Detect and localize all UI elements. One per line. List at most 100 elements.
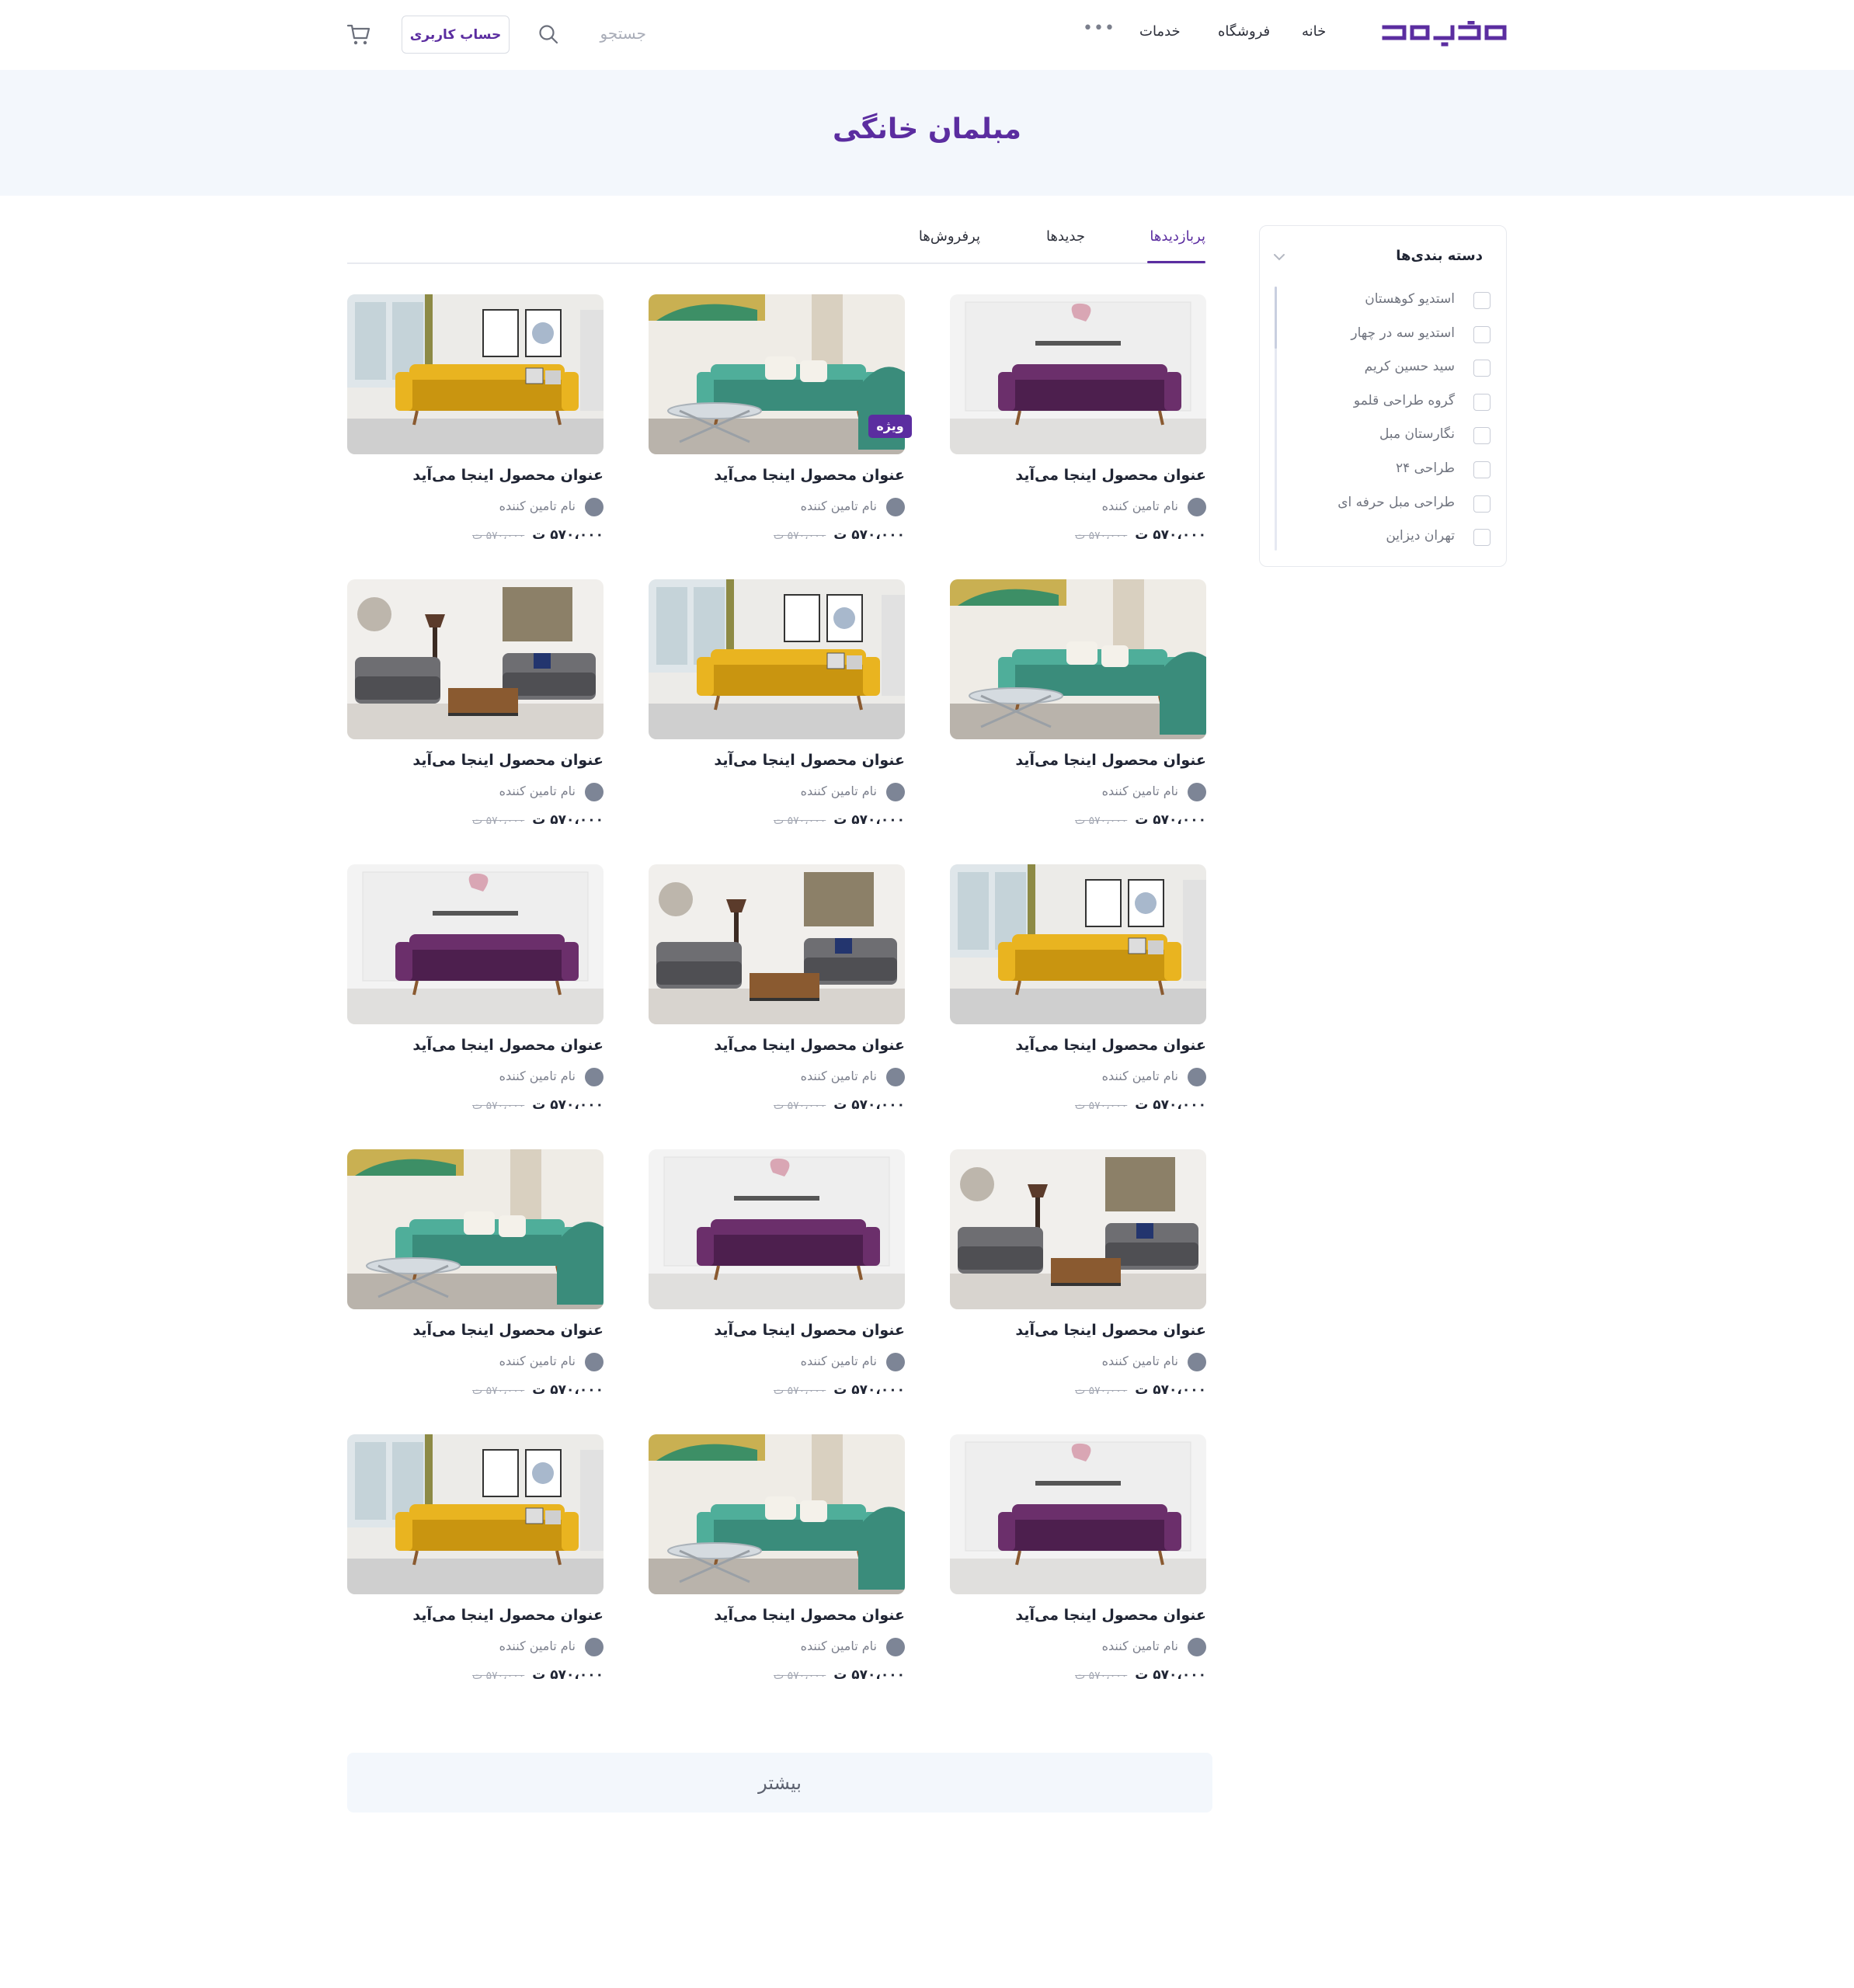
avatar: [886, 498, 905, 516]
product-title[interactable]: عنوان محصول اینجا می‌آید: [1015, 752, 1206, 769]
more-menu-icon[interactable]: •••: [1083, 19, 1115, 38]
product-image[interactable]: [950, 579, 1206, 739]
product-card[interactable]: عنوان محصول اینجا می‌آید نام تامین کننده ۵…: [950, 294, 1206, 551]
product-card[interactable]: عنوان محصول اینجا می‌آید نام تامین کننده ۵…: [950, 1149, 1206, 1406]
tab-most-viewed[interactable]: پربازدیدها: [1150, 228, 1205, 245]
category-checkbox[interactable]: [1473, 461, 1491, 478]
product-image[interactable]: [649, 294, 905, 454]
product-image[interactable]: [347, 864, 604, 1024]
supplier-name: نام تامین کننده: [800, 1354, 877, 1368]
product-title[interactable]: عنوان محصول اینجا می‌آید: [412, 752, 604, 769]
product-title[interactable]: عنوان محصول اینجا می‌آید: [714, 752, 905, 769]
product-title[interactable]: عنوان محصول اینجا می‌آید: [714, 1037, 905, 1054]
product-title[interactable]: عنوان محصول اینجا می‌آید: [412, 1607, 604, 1624]
tab-newest[interactable]: جدیدها: [1046, 228, 1085, 245]
product-card[interactable]: ویژه عنوان محصول اینجا می‌آید نام تامین کن…: [649, 294, 912, 551]
product-image[interactable]: [649, 1434, 905, 1594]
price-row: ۵۷۰،۰۰۰ ت ۵۷۰،۰۰۰ ت: [1075, 1097, 1206, 1113]
category-item[interactable]: استدیو سه در چهار: [1281, 322, 1491, 346]
product-card[interactable]: عنوان محصول اینجا می‌آید نام تامین کننده ۵…: [950, 864, 1206, 1121]
avatar: [585, 1353, 604, 1371]
product-price: ۵۷۰،۰۰۰ ت: [532, 1097, 604, 1113]
product-card[interactable]: عنوان محصول اینجا می‌آید نام تامین کننده ۵…: [347, 1434, 604, 1691]
product-image[interactable]: [649, 579, 905, 739]
product-image[interactable]: [950, 864, 1206, 1024]
product-card[interactable]: عنوان محصول اینجا می‌آید نام تامین کننده ۵…: [649, 1434, 905, 1691]
price-row: ۵۷۰،۰۰۰ ت ۵۷۰،۰۰۰ ت: [472, 812, 604, 828]
category-label: سید حسین کریم: [1364, 359, 1455, 375]
product-card[interactable]: عنوان محصول اینجا می‌آید نام تامین کننده ۵…: [649, 1149, 905, 1406]
product-title[interactable]: عنوان محصول اینجا می‌آید: [412, 467, 604, 484]
product-title[interactable]: عنوان محصول اینجا می‌آید: [412, 1037, 604, 1054]
product-title[interactable]: عنوان محصول اینجا می‌آید: [1015, 1037, 1206, 1054]
category-checkbox[interactable]: [1473, 427, 1491, 445]
product-card[interactable]: عنوان محصول اینجا می‌آید نام تامین کننده ۵…: [347, 579, 604, 836]
product-title[interactable]: عنوان محصول اینجا می‌آید: [1015, 1607, 1206, 1624]
product-title[interactable]: عنوان محصول اینجا می‌آید: [714, 467, 905, 484]
purple-sofa-image: [950, 1434, 1206, 1594]
category-item[interactable]: استدیو کوهستان: [1281, 288, 1491, 311]
category-item[interactable]: طراحی مبل حرفه ای: [1281, 492, 1491, 515]
chevron-down-icon[interactable]: [1272, 252, 1286, 262]
category-checkbox[interactable]: [1473, 495, 1491, 513]
price-row: ۵۷۰،۰۰۰ ت ۵۷۰،۰۰۰ ت: [1075, 1667, 1206, 1683]
nav-shop[interactable]: فروشگاه: [1218, 23, 1270, 40]
product-card[interactable]: عنوان محصول اینجا می‌آید نام تامین کننده ۵…: [649, 864, 905, 1121]
product-image[interactable]: [649, 1149, 905, 1309]
category-checkbox[interactable]: [1473, 529, 1491, 547]
product-title[interactable]: عنوان محصول اینجا می‌آید: [1015, 1322, 1206, 1339]
category-checkbox[interactable]: [1473, 393, 1491, 411]
category-item[interactable]: تهران دیزاین: [1281, 525, 1491, 548]
search-box[interactable]: جستجو: [537, 17, 646, 51]
cart-icon[interactable]: [346, 22, 371, 47]
category-checkbox[interactable]: [1473, 325, 1491, 343]
purple-sofa-image: [950, 294, 1206, 454]
avatar: [886, 783, 905, 801]
product-card[interactable]: عنوان محصول اینجا می‌آید نام تامین کننده ۵…: [347, 864, 604, 1121]
product-old-price: ۵۷۰،۰۰۰ ت: [471, 815, 525, 827]
price-row: ۵۷۰،۰۰۰ ت ۵۷۰،۰۰۰ ت: [472, 1097, 604, 1113]
category-checkbox[interactable]: [1473, 292, 1491, 309]
product-title[interactable]: عنوان محصول اینجا می‌آید: [1015, 467, 1206, 484]
product-image[interactable]: [649, 864, 905, 1024]
product-card[interactable]: عنوان محصول اینجا می‌آید نام تامین کننده ۵…: [649, 579, 905, 836]
category-checkbox[interactable]: [1473, 360, 1491, 377]
nav-services[interactable]: خدمات: [1139, 23, 1181, 40]
product-image[interactable]: [347, 294, 604, 454]
product-image[interactable]: [950, 1434, 1206, 1594]
product-price: ۵۷۰،۰۰۰ ت: [1135, 527, 1206, 543]
product-image[interactable]: [950, 1149, 1206, 1309]
product-title[interactable]: عنوان محصول اینجا می‌آید: [714, 1607, 905, 1624]
product-image[interactable]: [950, 294, 1206, 454]
category-item[interactable]: سید حسین کریم: [1281, 356, 1491, 379]
product-card[interactable]: عنوان محصول اینجا می‌آید نام تامین کننده ۵…: [950, 1434, 1206, 1691]
category-label: استدیو کوهستان: [1365, 291, 1455, 307]
category-item[interactable]: طراحی ۲۴: [1281, 457, 1491, 481]
product-image[interactable]: [347, 1149, 604, 1309]
product-card[interactable]: عنوان محصول اینجا می‌آید نام تامین کننده ۵…: [347, 294, 604, 551]
product-title[interactable]: عنوان محصول اینجا می‌آید: [714, 1322, 905, 1339]
logo-icon[interactable]: [1381, 21, 1508, 47]
product-image[interactable]: [347, 579, 604, 739]
avatar: [1188, 783, 1206, 801]
category-item[interactable]: نگارستان مبل: [1281, 423, 1491, 447]
account-button[interactable]: حساب کاربری: [402, 16, 510, 54]
product-price: ۵۷۰،۰۰۰ ت: [1135, 1097, 1206, 1113]
search-icon[interactable]: [537, 23, 559, 45]
nav-home[interactable]: خانه: [1302, 23, 1326, 40]
product-card[interactable]: عنوان محصول اینجا می‌آید نام تامین کننده ۵…: [950, 579, 1206, 836]
product-title[interactable]: عنوان محصول اینجا می‌آید: [412, 1322, 604, 1339]
scrollbar[interactable]: [1275, 287, 1277, 551]
load-more-button[interactable]: بیشتر: [347, 1753, 1212, 1812]
tab-best-selling[interactable]: پرفروش‌ها: [919, 228, 980, 245]
avatar: [1188, 1068, 1206, 1086]
category-label: طراحی ۲۴: [1396, 461, 1455, 476]
category-item[interactable]: گروه طراحی قلمو: [1281, 390, 1491, 413]
product-image[interactable]: [347, 1434, 604, 1594]
gray-sofa-image: [950, 1149, 1206, 1309]
avatar: [585, 1638, 604, 1656]
product-old-price: ۵۷۰،۰۰۰ ت: [471, 1100, 525, 1112]
yellow-sofa-image: [950, 864, 1206, 1024]
search-input[interactable]: جستجو: [600, 24, 646, 43]
product-card[interactable]: عنوان محصول اینجا می‌آید نام تامین کننده ۵…: [347, 1149, 604, 1406]
